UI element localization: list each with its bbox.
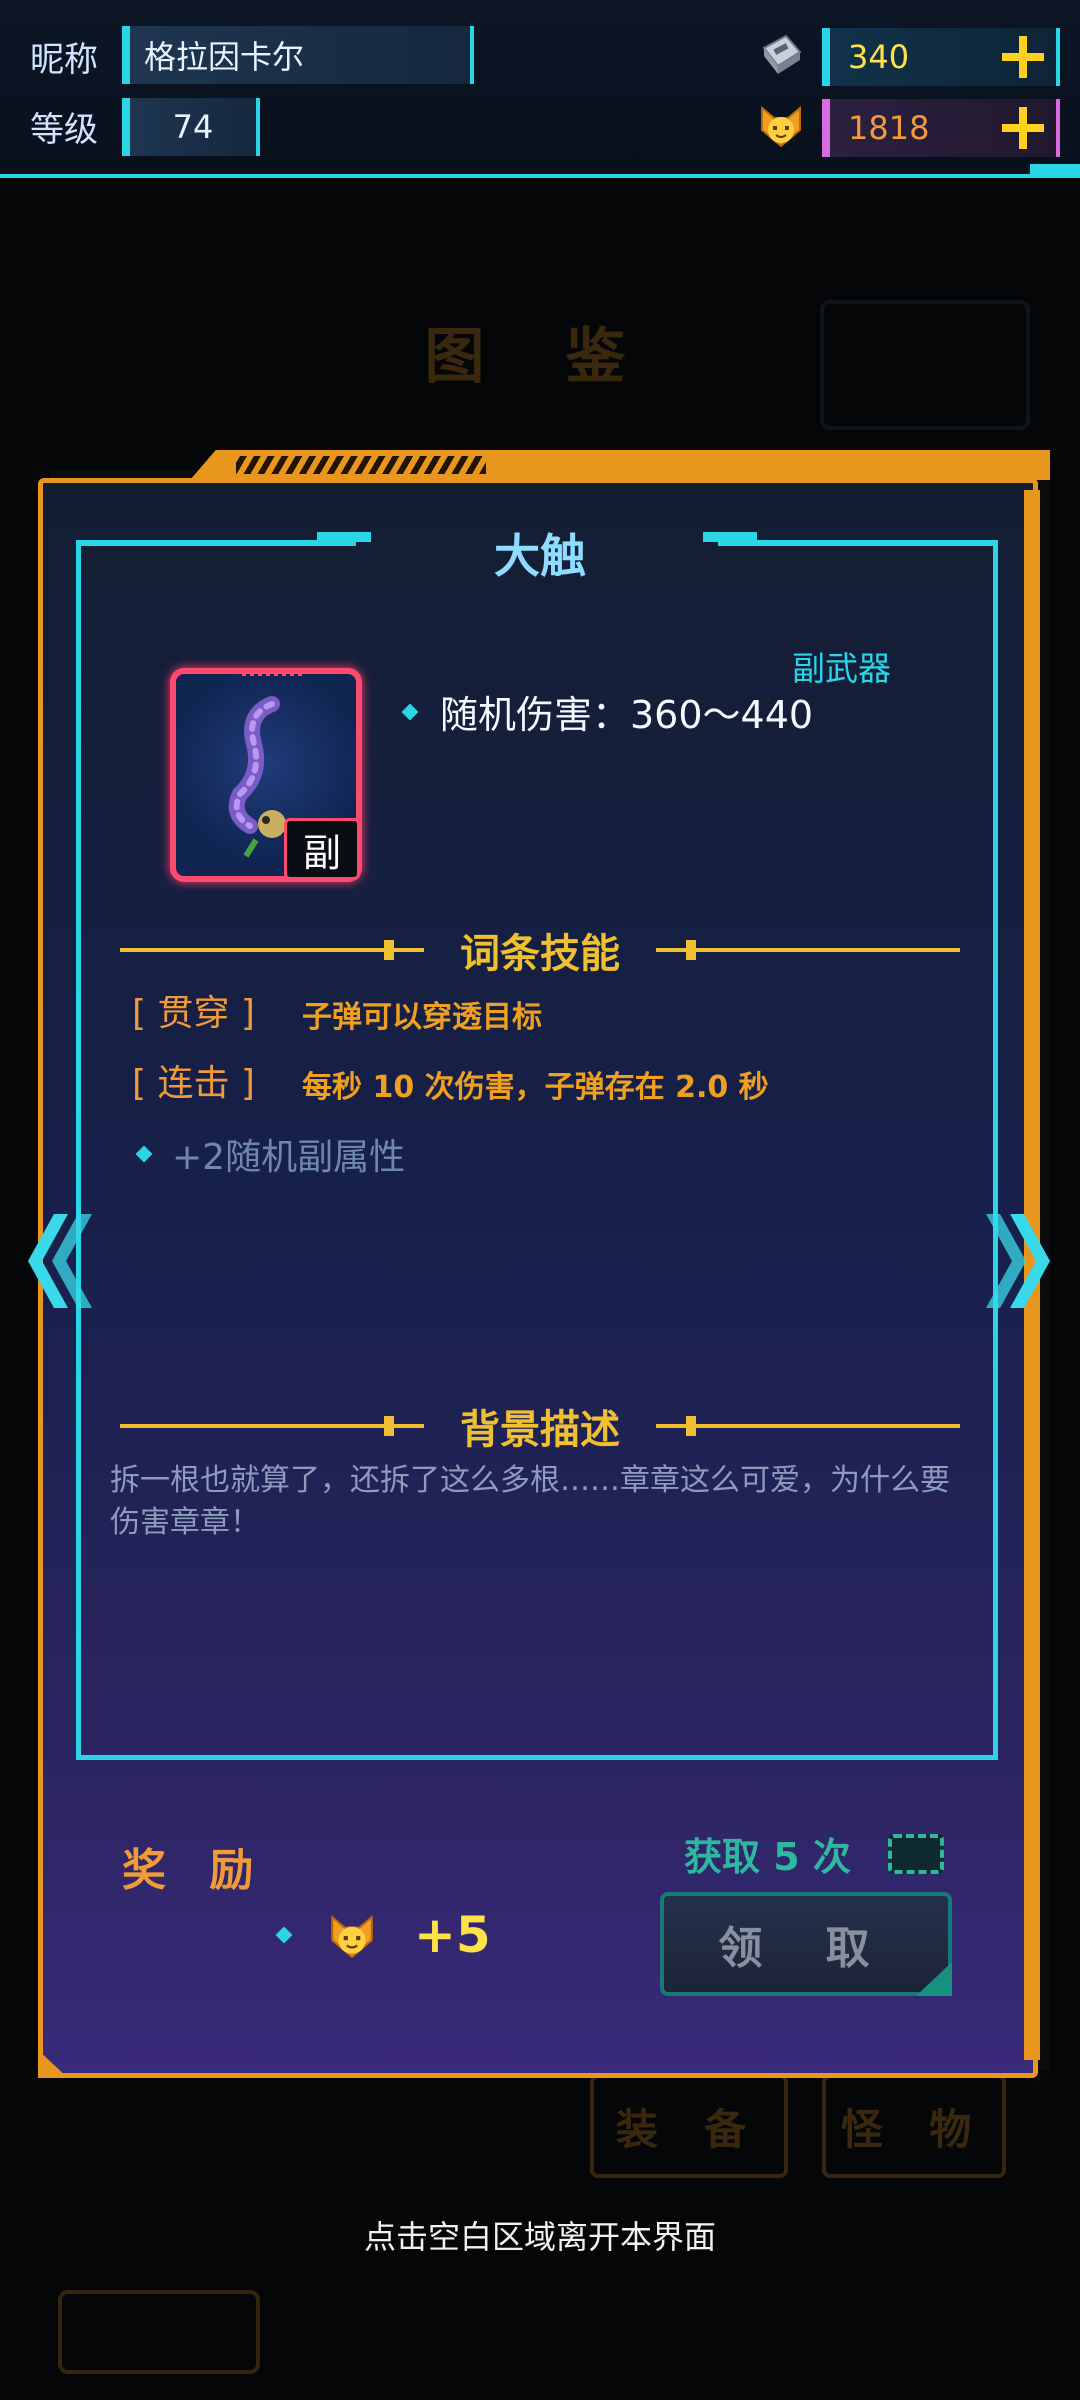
- add-gems-button[interactable]: [1000, 34, 1046, 80]
- background-description: 拆一根也就算了，还拆了这么多根……章章这么可爱，为什么要伤害章章！: [110, 1463, 950, 1540]
- skill-name: [ 连击 ]: [132, 1063, 255, 1104]
- bg-panel: [820, 300, 1030, 430]
- bullet-diamond-icon: [401, 703, 419, 720]
- dismiss-hint[interactable]: 点击空白区域离开本界面: [0, 2212, 1080, 2258]
- skill-name: [ 贯穿 ]: [132, 993, 255, 1034]
- description-section-header: 背景描述: [120, 1396, 960, 1456]
- item-card: 副: [170, 668, 362, 882]
- back-button[interactable]: [58, 2290, 260, 2374]
- prev-item-button[interactable]: [14, 1206, 94, 1316]
- reward-amount: +5: [414, 1906, 491, 1964]
- claim-button[interactable]: 领 取: [660, 1892, 952, 1996]
- top-status-bar: 昵称 格拉因卡尔 等级 74 340 1818: [0, 0, 1080, 178]
- skill-desc: 子弹可以穿透目标: [302, 1000, 542, 1035]
- bullet-diamond-icon: [275, 1926, 293, 1944]
- nickname-label: 昵称: [30, 40, 98, 80]
- obtain-count: 获取 5 次: [684, 1835, 851, 1879]
- add-coins-button[interactable]: [1000, 105, 1046, 151]
- level-label: 等级: [30, 110, 98, 150]
- modal-hatch-decoration: [236, 456, 486, 474]
- extra-attributes: +2随机副属性: [135, 1128, 406, 1180]
- gem-balance: 340: [822, 28, 1060, 86]
- skill-row: [ 贯穿 ] 子弹可以穿透目标: [132, 984, 542, 1036]
- description-title: 背景描述: [460, 1407, 620, 1453]
- random-damage-stat: 随机伤害：360～440: [440, 693, 814, 737]
- skills-section-header: 词条技能: [120, 920, 960, 980]
- chevron-right-icon: [986, 1214, 1050, 1308]
- extra-attributes-text: +2随机副属性: [172, 1137, 406, 1178]
- gem-amount: 340: [848, 38, 910, 76]
- item-name: 大触: [494, 529, 586, 583]
- reward-item: +5: [275, 1906, 491, 1964]
- level-field: 74: [122, 98, 260, 156]
- chevron-left-icon: [28, 1214, 92, 1308]
- crystal-pack-icon: [762, 34, 802, 74]
- tab-monsters[interactable]: 怪 物: [822, 2074, 1006, 2178]
- nickname-field: 格拉因卡尔: [122, 26, 474, 84]
- item-stat: 随机伤害：360～440: [401, 684, 814, 739]
- item-type-label: 副武器: [792, 649, 891, 688]
- skills-title: 词条技能: [460, 931, 620, 977]
- bar-corner-accent: [1030, 164, 1080, 178]
- coin-balance: 1818: [822, 99, 1060, 157]
- coin-amount: 1818: [848, 109, 930, 147]
- skill-row: [ 连击 ] 每秒 10 次伤害，子弹存在 2.0 秒: [132, 1054, 769, 1106]
- sub-weapon-badge: 副: [284, 818, 360, 880]
- bullet-diamond-icon: [135, 1145, 153, 1163]
- skill-desc: 每秒 10 次伤害，子弹存在 2.0 秒: [302, 1070, 769, 1105]
- reward-label: 奖 励: [122, 1845, 268, 1896]
- cat-coin-icon: [331, 1915, 373, 1959]
- obtain-checkbox: [888, 1834, 944, 1874]
- next-item-button[interactable]: [984, 1206, 1064, 1316]
- cat-coin-icon: [761, 105, 801, 148]
- tab-equipment[interactable]: 装 备: [590, 2074, 788, 2178]
- claim-button-label: 领 取: [718, 1923, 894, 1974]
